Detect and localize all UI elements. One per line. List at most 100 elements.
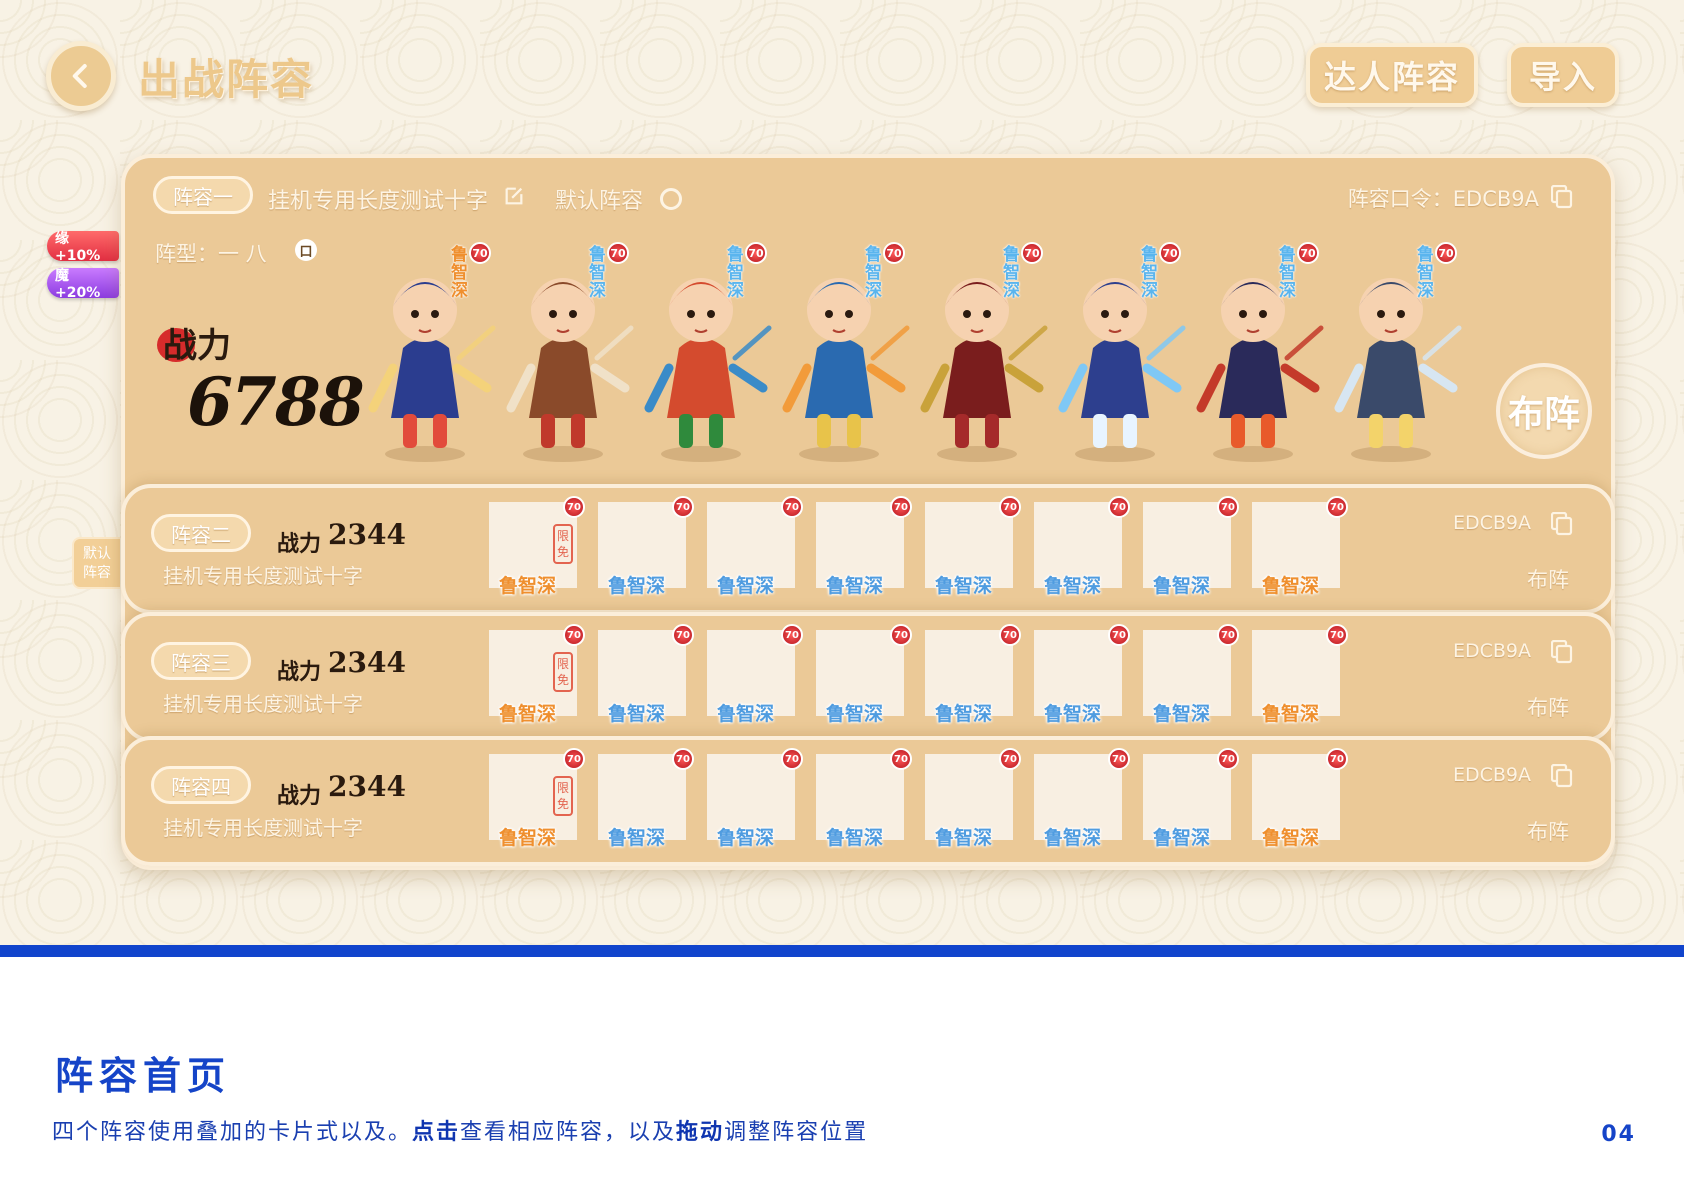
power-value: 2344	[328, 770, 406, 803]
back-button[interactable]	[46, 41, 116, 111]
hero-slot[interactable]: 70 鲁智深	[1252, 624, 1348, 725]
lineup-tag: 阵容一	[153, 176, 253, 214]
desc-text: 调整阵容位置	[724, 1120, 869, 1145]
hero-level-badge: 70	[781, 624, 803, 646]
hero-slot[interactable]: 70 鲁智深	[1143, 496, 1239, 597]
hero-level-badge: 70	[1021, 242, 1043, 264]
hero-level-badge: 70	[883, 242, 905, 264]
lineup-card-4[interactable]: 阵容四 战力 2344 挂机专用长度测试十字 限免 70 鲁智深 70 鲁智深 70 鲁智深 70 鲁智…	[121, 736, 1615, 866]
hero-figure[interactable]: 鲁智深 70	[363, 218, 503, 468]
hero-level-badge: 70	[563, 748, 585, 770]
hero-name: 鲁智深	[717, 575, 775, 597]
hero-figure[interactable]: 鲁智深 70	[915, 218, 1055, 468]
hero-slot[interactable]: 70 鲁智深	[598, 496, 694, 597]
hero-slot[interactable]: 70 鲁智深	[816, 748, 912, 849]
copy-icon[interactable]	[1551, 185, 1573, 209]
power-value: 6788	[187, 363, 365, 441]
formation-button[interactable]: 布阵	[1527, 564, 1569, 594]
hero-name: 鲁智深	[717, 703, 775, 725]
mo-bonus-badge: 魔 +20%	[47, 268, 119, 301]
default-radio-icon[interactable]	[660, 188, 682, 210]
hero-slot[interactable]: 70 鲁智深	[1143, 624, 1239, 725]
lineup-card-3[interactable]: 阵容三 战力 2344 挂机专用长度测试十字 限免 70 鲁智深 70 鲁智深 70 鲁智深 70 鲁智…	[121, 612, 1615, 742]
hero-name: 鲁智深	[826, 703, 884, 725]
hero-level-badge: 70	[781, 496, 803, 518]
hero-figure[interactable]: 鲁智深 70	[1191, 218, 1331, 468]
hero-slot[interactable]: 70 鲁智深	[707, 496, 803, 597]
hero-slot[interactable]: 限免 70 鲁智深	[489, 748, 585, 849]
lineup-code: EDCB9A	[1452, 512, 1531, 534]
formation-button[interactable]: 布阵	[1496, 363, 1592, 459]
formation-button[interactable]: 布阵	[1527, 692, 1569, 722]
hero-name: 鲁智深	[608, 703, 666, 725]
limited-free-seal: 限免	[553, 776, 573, 816]
yuan-bonus-badge: 缘 +10%	[47, 231, 119, 264]
hero-name: 鲁智深	[935, 575, 993, 597]
hero-slot[interactable]: 70 鲁智深	[1143, 748, 1239, 849]
hero-name: 鲁智深	[608, 575, 666, 597]
copy-icon[interactable]	[1551, 764, 1573, 788]
hero-slot[interactable]: 70 鲁智深	[707, 624, 803, 725]
lineup-code: 阵容口令：EDCB9A	[1347, 187, 1539, 211]
hero-level-badge: 70	[672, 496, 694, 518]
hero-slot[interactable]: 70 鲁智深	[598, 748, 694, 849]
hero-name: 鲁智深	[1262, 703, 1320, 725]
formation-button[interactable]: 布阵	[1527, 816, 1569, 846]
hero-slot[interactable]: 70 鲁智深	[1252, 748, 1348, 849]
hero-slot[interactable]: 70 鲁智深	[1034, 496, 1130, 597]
edit-icon[interactable]	[503, 185, 525, 207]
hero-slot[interactable]: 70 鲁智深	[1034, 624, 1130, 725]
hero-slot[interactable]: 70 鲁智深	[925, 624, 1021, 725]
lineup-name: 挂机专用长度测试十字	[268, 189, 489, 214]
lineup-tag: 阵容四	[151, 766, 251, 804]
hero-figure[interactable]: 鲁智深 70	[1329, 218, 1469, 468]
desc-bold-click: 点击	[412, 1120, 461, 1145]
hero-slot[interactable]: 70 鲁智深	[1252, 496, 1348, 597]
hero-slot[interactable]: 70 鲁智深	[816, 624, 912, 725]
formation-label: 阵型：一 八	[155, 242, 267, 266]
hero-figure[interactable]: 鲁智深 70	[501, 218, 641, 468]
expert-lineup-button[interactable]: 达人阵容	[1306, 43, 1478, 107]
power-value: 2344	[328, 518, 406, 551]
hero-level-badge: 70	[563, 496, 585, 518]
hero-level-badge: 70	[890, 496, 912, 518]
hero-name: 鲁智深	[499, 827, 557, 849]
hero-level-badge: 70	[890, 748, 912, 770]
hero-slot[interactable]: 70 鲁智深	[1034, 748, 1130, 849]
hero-slot[interactable]: 限免 70 鲁智深	[489, 496, 585, 597]
lineup-card-1[interactable]: 阵容一 挂机专用长度测试十字 默认阵容 阵容口令：EDCB9A 阵型：一 八 口…	[125, 158, 1611, 488]
hero-name: 鲁智深	[935, 827, 993, 849]
game-screen: 出战阵容 达人阵容 导入 缘 +10% 魔 +20% 默认 阵容 阵容一 挂机专用…	[0, 0, 1684, 945]
lineup-panel: 阵容一 挂机专用长度测试十字 默认阵容 阵容口令：EDCB9A 阵型：一 八 口…	[121, 154, 1615, 870]
hero-level-badge: 70	[1108, 496, 1130, 518]
hero-figure[interactable]: 鲁智深 70	[1053, 218, 1193, 468]
formation-mark[interactable]: 口	[295, 239, 317, 261]
hero-figure[interactable]: 鲁智深 70	[639, 218, 779, 468]
copy-icon[interactable]	[1551, 512, 1573, 536]
copy-icon[interactable]	[1551, 640, 1573, 664]
limited-free-seal: 限免	[553, 652, 573, 692]
hero-slot[interactable]: 70 鲁智深	[598, 624, 694, 725]
hero-name: 鲁智深	[1044, 703, 1102, 725]
hero-slot[interactable]: 70 鲁智深	[816, 496, 912, 597]
lineup-card-2[interactable]: 阵容二 战力 2344 挂机专用长度测试十字 限免 70 鲁智深 70 鲁智深 70 鲁智深 70 鲁智…	[121, 484, 1615, 614]
hero-name: 鲁智深	[935, 703, 993, 725]
hero-slot[interactable]: 限免 70 鲁智深	[489, 624, 585, 725]
hero-level-badge: 70	[1108, 624, 1130, 646]
hero-name: 鲁智深	[499, 703, 557, 725]
page-title: 出战阵容	[138, 55, 315, 104]
import-button[interactable]: 导入	[1507, 43, 1619, 107]
hero-name: 鲁智深	[1262, 827, 1320, 849]
lineup-name: 挂机专用长度测试十字	[163, 816, 363, 840]
hero-figure[interactable]: 鲁智深 70	[777, 218, 917, 468]
hero-slot[interactable]: 70 鲁智深	[925, 748, 1021, 849]
limited-free-seal: 限免	[553, 524, 573, 564]
hero-level-badge: 70	[607, 242, 629, 264]
hero-name: 鲁智深	[1153, 575, 1211, 597]
hero-slot[interactable]: 70 鲁智深	[707, 748, 803, 849]
hero-slot[interactable]: 70 鲁智深	[925, 496, 1021, 597]
power-label: 战力	[277, 784, 322, 809]
chevron-left-icon	[72, 64, 87, 88]
hero-level-badge: 70	[1159, 242, 1181, 264]
hero-name: 鲁智深	[826, 827, 884, 849]
